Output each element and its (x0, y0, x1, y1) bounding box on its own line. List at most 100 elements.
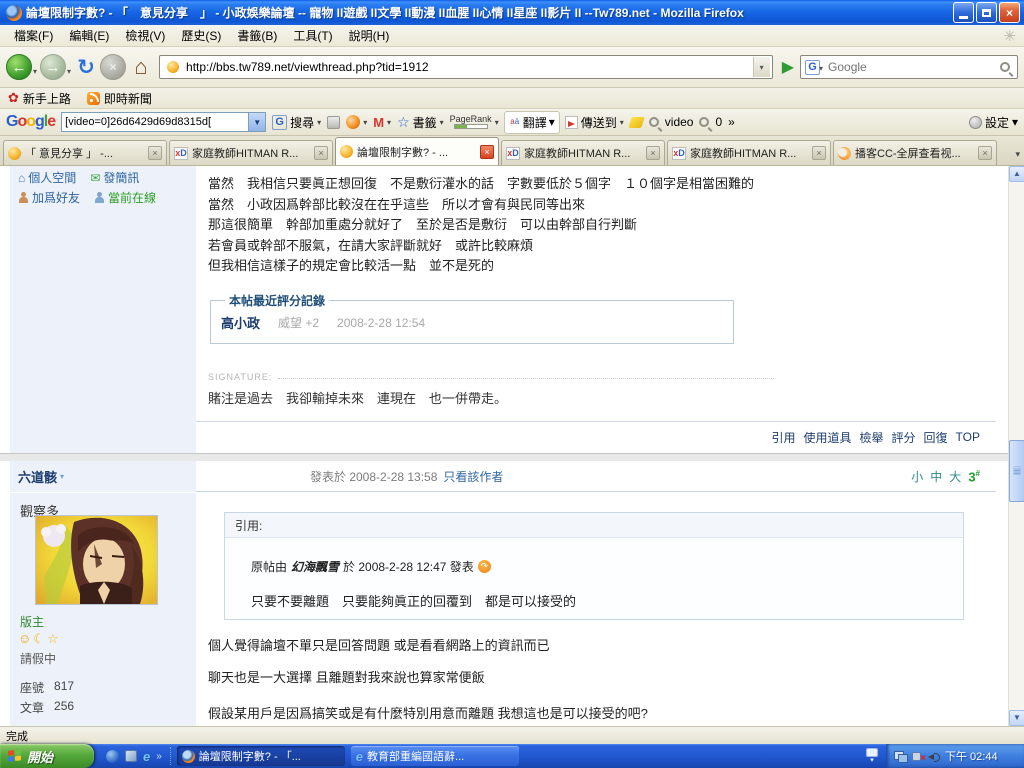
posts-stat: 文章 256 (20, 699, 74, 716)
quick-launch: e » (98, 747, 171, 765)
xd-favicon: xD (174, 147, 188, 160)
google-engine-icon[interactable]: G (805, 60, 820, 75)
search-icon[interactable] (1000, 62, 1010, 72)
gtoolbar-gmail-button[interactable]: M ▾ (373, 115, 391, 130)
menu-file[interactable]: 檔案(F) (6, 25, 61, 46)
goto-quote-icon[interactable]: ↷ (478, 560, 491, 573)
more-buttons[interactable]: » (728, 115, 735, 129)
posts-label: 文章 (20, 699, 44, 716)
menu-edit[interactable]: 編輯(E) (61, 25, 117, 46)
google-query-input[interactable] (62, 116, 248, 128)
tab-close-icon[interactable]: × (148, 146, 162, 160)
tab-word-limit-active[interactable]: 論壇限制字數? - ... × (335, 137, 499, 165)
tab-hitman-2[interactable]: xD 家庭教師HITMAN R... × (501, 140, 665, 165)
app-icon[interactable] (125, 750, 137, 762)
profile-link[interactable]: ⌂ 個人空間 (18, 169, 76, 186)
logo-letter: g (35, 113, 44, 130)
author-dropdown-icon[interactable]: ▾ (60, 472, 64, 481)
restore-button[interactable] (976, 2, 997, 23)
scroll-up-button[interactable]: ▲ (1009, 166, 1024, 182)
gtoolbar-settings[interactable]: 設定 ▾ (969, 114, 1018, 131)
chevron-down-icon: ▾ (440, 118, 444, 127)
ie-icon[interactable]: e (143, 749, 150, 764)
translate-button[interactable]: aä 翻譯 ▾ (505, 112, 559, 133)
menu-history[interactable]: 歷史(S) (173, 25, 229, 46)
go-button[interactable]: ▶ (778, 57, 798, 77)
volume-icon[interactable] (928, 751, 939, 762)
taskbar-item-firefox[interactable]: 論壇限制字數? - 「... (177, 746, 345, 766)
stop-button[interactable]: × (100, 54, 126, 80)
quick-launch-chevron[interactable]: » (156, 751, 162, 762)
bookmark-latest-news[interactable]: 即時新聞 (87, 90, 152, 107)
url-history-dropdown[interactable]: ▾ (753, 57, 770, 77)
top-link[interactable]: TOP (956, 430, 980, 444)
bookmark-getting-started[interactable]: ✿ 新手上路 (8, 90, 71, 107)
font-medium-link[interactable]: 中 (930, 468, 942, 485)
tab-list-dropdown[interactable]: ▾ (1015, 149, 1020, 160)
back-dropdown[interactable]: ▾ (33, 67, 37, 76)
tab-opinion-share[interactable]: 「 意見分享 」 -... × (3, 140, 167, 165)
start-button[interactable]: 開始 (0, 744, 94, 768)
menu-tools[interactable]: 工具(T) (285, 25, 340, 46)
minimize-button[interactable] (953, 2, 974, 23)
tab-podcast-cc[interactable]: 播客CC-全屏查看视... × (833, 140, 997, 165)
custom-search-video[interactable]: video (649, 115, 694, 129)
report-link[interactable]: 檢舉 (860, 429, 884, 446)
posts-value: 256 (54, 699, 74, 716)
back-button[interactable]: ← (6, 54, 32, 80)
engine-dropdown[interactable]: ▾ (819, 64, 823, 73)
mail-icon: ✉ (90, 171, 100, 185)
rating-user-link[interactable]: 高小政 (221, 313, 260, 332)
tab-close-icon[interactable]: × (978, 146, 992, 160)
network-icon[interactable] (894, 751, 907, 762)
tab-hitman-1[interactable]: xD 家庭教師HITMAN R... × (169, 140, 333, 165)
globe-icon[interactable] (106, 750, 119, 763)
query-dropdown[interactable]: ▼ (248, 113, 265, 131)
tab-hitman-3[interactable]: xD 家庭教師HITMAN R... × (667, 140, 831, 165)
scroll-down-button[interactable]: ▼ (1009, 710, 1024, 726)
gtoolbar-bookmarks-button[interactable]: ☆ 書籤 ▾ (397, 114, 444, 131)
logo-letter: o (26, 113, 35, 130)
taskbar-item-ie[interactable]: e 教育部重編國語辭... (351, 746, 519, 766)
search-input[interactable] (824, 59, 1000, 75)
font-small-link[interactable]: 小 (911, 468, 923, 485)
tab-close-icon[interactable]: × (646, 146, 660, 160)
custom-search-count[interactable]: 0 (699, 115, 722, 129)
home-button[interactable]: ⌂ (128, 54, 154, 80)
rate-link[interactable]: 評分 (892, 429, 916, 446)
menu-help[interactable]: 說明(H) (341, 25, 398, 46)
close-button[interactable]: × (999, 2, 1020, 23)
quote-link[interactable]: 引用 (771, 429, 795, 446)
tab-close-icon[interactable]: × (314, 146, 328, 160)
add-friend-link[interactable]: 加爲好友 (18, 189, 80, 206)
window-widget-icon[interactable] (327, 116, 340, 129)
sendto-button[interactable]: 傳送到 ▾ (565, 114, 624, 131)
floor-number-link[interactable]: 3# (968, 469, 980, 484)
tab-close-icon[interactable]: × (480, 145, 494, 159)
reply-link[interactable]: 回復 (924, 429, 948, 446)
url-input[interactable] (184, 59, 753, 75)
scrollbar-thumb[interactable] (1009, 440, 1024, 502)
taskbar-overflow-toggle[interactable]: ▾ (866, 748, 878, 764)
send-pm-label: 發簡訊 (103, 169, 139, 186)
vertical-scrollbar[interactable]: ▲ ▼ (1008, 166, 1024, 726)
translate-char: ä (515, 117, 519, 126)
gtoolbar-search-button[interactable]: G 搜尋 ▾ (272, 114, 321, 131)
pagerank-widget[interactable]: PageRank ▾ (450, 115, 499, 129)
highlighter-icon[interactable] (628, 117, 645, 128)
only-author-link[interactable]: 只看該作者 (443, 468, 503, 485)
moderator-badge: 版主 (20, 613, 44, 630)
tab-label: 家庭教師HITMAN R... (524, 145, 642, 161)
author-name-link[interactable]: 六道骸 (18, 467, 57, 486)
use-magic-link[interactable]: 使用道具 (803, 429, 851, 446)
gtoolbar-fox-button[interactable]: ▾ (346, 115, 367, 129)
reload-button[interactable]: ↻ (74, 54, 98, 80)
tab-close-icon[interactable]: × (812, 146, 826, 160)
forward-button[interactable]: → (40, 54, 66, 80)
font-large-link[interactable]: 大 (949, 468, 961, 485)
menu-view[interactable]: 檢視(V) (117, 25, 173, 46)
send-pm-link[interactable]: ✉ 發簡訊 (90, 169, 139, 186)
menu-bookmarks[interactable]: 書籤(B) (229, 25, 285, 46)
forward-dropdown[interactable]: ▾ (67, 67, 71, 76)
disconnected-icon[interactable]: × (911, 751, 924, 762)
